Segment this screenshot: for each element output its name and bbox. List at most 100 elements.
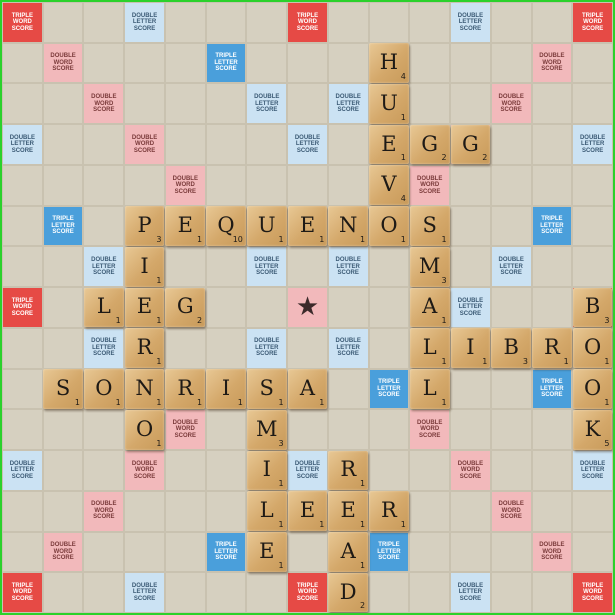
tile-points: 1 (604, 357, 610, 367)
letter-tile[interactable]: E1 (287, 206, 328, 246)
tile-letter: G (421, 131, 439, 156)
board-square (369, 410, 409, 450)
letter-tile[interactable]: I1 (124, 246, 165, 287)
letter-tile[interactable]: Q 10 (206, 206, 246, 246)
square-label: DOUBLE LETTER SCORE (254, 94, 280, 114)
triple-letter-square: TRIPLE LETTER SCORE (532, 369, 572, 409)
tile-letter: I (466, 335, 475, 360)
letter-tile[interactable]: G2 (165, 287, 206, 328)
tile-points: 1 (278, 234, 284, 244)
square-label: DOUBLE WORD SCORE (457, 460, 484, 480)
board-square (84, 573, 124, 612)
letter-tile[interactable]: B3 (572, 287, 613, 328)
letter-tile[interactable]: A1 (409, 287, 450, 328)
board-square (84, 410, 124, 450)
board-square (410, 532, 450, 572)
letter-tile[interactable]: L1 (246, 491, 287, 532)
board-square (573, 43, 612, 83)
board-square (491, 288, 531, 327)
scrabble-board: TRIPLE WORD SCORE DOUBLE LETTER SCORE TRIP… (2, 2, 613, 613)
square-label: DOUBLE LETTER SCORE (294, 460, 321, 480)
board-square (84, 165, 124, 205)
letter-tile[interactable]: M3 (246, 409, 287, 450)
letter-tile[interactable]: E1 (287, 491, 328, 532)
letter-tile[interactable]: L1 (83, 287, 124, 328)
tile-letter: I (262, 457, 271, 482)
letter-tile[interactable]: O1 (572, 328, 613, 369)
letter-tile[interactable]: H4 (369, 43, 409, 83)
letter-tile[interactable]: I1 (246, 450, 287, 491)
board-square (43, 3, 83, 42)
letter-tile[interactable]: I1 (450, 328, 491, 369)
tile-letter: E (299, 212, 316, 237)
tile-points: 1 (115, 316, 121, 326)
letter-tile[interactable]: P3 (124, 206, 165, 246)
letter-tile[interactable]: R1 (369, 491, 409, 532)
letter-tile[interactable]: A1 (328, 532, 369, 572)
letter-tile[interactable]: N1 (124, 369, 165, 409)
triple-word-square: TRIPLE WORD SCORE (288, 573, 327, 612)
tile-points: 1 (319, 234, 325, 244)
double-letter-square: DOUBLE LETTER SCORE (247, 328, 287, 368)
tile-points: 1 (563, 357, 569, 367)
double-letter-square: DOUBLE LETTER SCORE (328, 247, 368, 287)
letter-tile[interactable]: B3 (491, 328, 532, 369)
letter-tile[interactable]: L1 (409, 369, 450, 409)
letter-tile[interactable]: E1 (165, 206, 206, 246)
board-square (288, 328, 327, 368)
board-square (573, 84, 612, 124)
letter-tile[interactable]: R1 (532, 328, 572, 369)
letter-tile[interactable]: O1 (83, 369, 124, 409)
letter-tile[interactable]: M3 (409, 246, 450, 287)
letter-tile[interactable]: D2 (328, 572, 369, 613)
board-square (451, 247, 490, 287)
double-letter-square: DOUBLE LETTER SCORE (328, 328, 368, 368)
letter-tile[interactable]: G2 (450, 124, 491, 165)
letter-tile[interactable]: N1 (328, 206, 369, 246)
board-square (43, 247, 83, 287)
tile-points: 1 (156, 357, 162, 367)
letter-tile[interactable]: R1 (328, 450, 369, 491)
letter-tile[interactable]: V4 (369, 165, 409, 206)
board-square (491, 369, 531, 409)
square-label: DOUBLE LETTER SCORE (335, 94, 361, 114)
tile-letter: E (299, 497, 316, 522)
board-square (451, 369, 490, 409)
letter-tile[interactable]: K5 (572, 409, 613, 450)
tile-points: 3 (278, 438, 284, 448)
board-square (410, 3, 450, 42)
board-square (532, 125, 572, 164)
letter-tile[interactable]: R1 (165, 369, 206, 409)
double-letter-square: DOUBLE LETTER SCORE (451, 3, 490, 42)
letter-tile[interactable]: R1 (124, 328, 165, 369)
letter-tile[interactable]: A1 (287, 369, 328, 409)
letter-tile[interactable]: E1 (124, 287, 165, 328)
letter-tile[interactable]: L1 (409, 328, 450, 369)
double-letter-square: DOUBLE LETTER SCORE (288, 125, 327, 164)
letter-tile[interactable]: E1 (369, 124, 409, 165)
letter-tile[interactable]: S1 (43, 369, 83, 409)
board-square (328, 410, 368, 450)
tile-points: 1 (319, 520, 325, 530)
double-letter-square: DOUBLE LETTER SCORE (247, 247, 287, 287)
square-label: TRIPLE WORD SCORE (581, 582, 604, 602)
square-label: DOUBLE WORD SCORE (417, 175, 443, 195)
letter-tile[interactable]: U1 (246, 206, 287, 246)
tile-letter: L (422, 375, 437, 400)
tile-letter: M (255, 416, 278, 441)
letter-tile[interactable]: E1 (328, 491, 369, 532)
tile-letter: M (418, 253, 441, 278)
board-square (491, 206, 531, 246)
letter-tile[interactable]: O1 (369, 206, 409, 246)
letter-tile[interactable]: E1 (246, 532, 287, 572)
board-square (532, 3, 572, 42)
letter-tile[interactable]: U1 (369, 83, 409, 124)
square-label: TRIPLE WORD SCORE (11, 297, 34, 317)
letter-tile[interactable]: S1 (246, 369, 287, 409)
letter-tile[interactable]: G2 (409, 124, 450, 165)
letter-tile[interactable]: O1 (124, 409, 165, 450)
letter-tile[interactable]: I1 (206, 369, 246, 409)
letter-tile[interactable]: O1 (572, 369, 613, 409)
letter-tile[interactable]: S1 (409, 206, 450, 246)
board-square (165, 532, 205, 572)
